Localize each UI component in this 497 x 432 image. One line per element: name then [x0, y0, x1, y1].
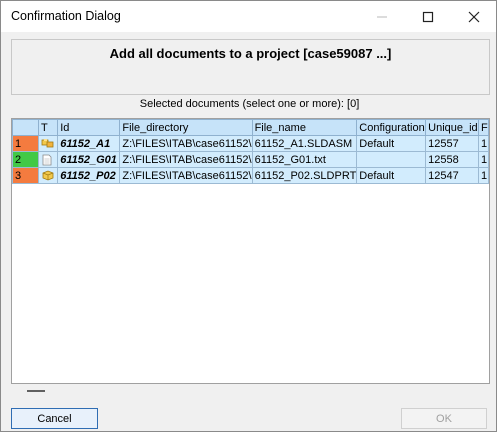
- maximize-icon[interactable]: [406, 1, 450, 32]
- file-name: 61152_P02.SLDPRT: [251, 167, 358, 184]
- document-id: 61152_G01: [57, 151, 121, 168]
- row-number[interactable]: 1: [12, 135, 40, 152]
- extra-column-value: 1: [478, 151, 489, 168]
- documents-grid: T Id File_directory File_name Configurat…: [12, 119, 489, 184]
- column-header[interactable]: T: [38, 119, 59, 136]
- unique-id: 12557: [425, 135, 480, 152]
- table-row[interactable]: 3 61152_P02 Z:\FILES\ITAB\case61152\ 611…: [12, 167, 489, 184]
- cancel-button[interactable]: Cancel: [11, 408, 98, 429]
- splitter-handle[interactable]: [27, 390, 45, 392]
- unique-id: 12558: [425, 151, 480, 168]
- configuration: [356, 151, 427, 168]
- ok-button[interactable]: OK: [401, 408, 487, 429]
- selection-label: Selected documents (select one or more):…: [139, 98, 360, 110]
- column-header[interactable]: Configuration: [356, 119, 427, 136]
- row-number[interactable]: 3: [12, 167, 40, 184]
- column-header[interactable]: Id: [57, 119, 121, 136]
- document-id: 61152_A1: [57, 135, 121, 152]
- table-row[interactable]: 1 61152_A1 Z:\FILES\ITAB\case61152\ 6115…: [12, 135, 489, 152]
- column-header[interactable]: Unique_id: [425, 119, 480, 136]
- file-directory: Z:\FILES\ITAB\case61152\: [119, 135, 253, 152]
- minimize-icon[interactable]: [360, 1, 404, 32]
- file-directory: Z:\FILES\ITAB\case61152\: [119, 167, 253, 184]
- file-name: 61152_A1.SLDASM: [251, 135, 358, 152]
- header-panel: Add all documents to a project [case5908…: [11, 39, 490, 95]
- row-number[interactable]: 2: [12, 151, 40, 168]
- unique-id: 12547: [425, 167, 480, 184]
- title-bar: Confirmation Dialog: [1, 1, 496, 32]
- header-title: Add all documents to a project [case5908…: [109, 46, 392, 61]
- confirmation-dialog: Confirmation Dialog Add all documents to…: [0, 0, 497, 432]
- document-id: 61152_P02: [57, 167, 121, 184]
- text-file-icon: [38, 151, 59, 168]
- column-header[interactable]: File_directory: [119, 119, 253, 136]
- part-icon: [38, 167, 59, 184]
- configuration: Default: [356, 167, 427, 184]
- column-header[interactable]: F: [478, 119, 489, 136]
- close-icon[interactable]: [452, 1, 496, 32]
- table-header-row: T Id File_directory File_name Configurat…: [12, 119, 489, 136]
- table-row[interactable]: 2 61152_G01 Z:\FILES\ITAB\case61152\ 611…: [12, 151, 489, 168]
- extra-column-value: 1: [478, 167, 489, 184]
- row-number-header: [12, 119, 40, 136]
- column-header[interactable]: File_name: [251, 119, 358, 136]
- window-title: Confirmation Dialog: [11, 9, 121, 23]
- extra-column-value: 1: [478, 135, 489, 152]
- configuration: Default: [356, 135, 427, 152]
- file-name: 61152_G01.txt: [251, 151, 358, 168]
- assembly-icon: [38, 135, 59, 152]
- file-directory: Z:\FILES\ITAB\case61152\: [119, 151, 253, 168]
- documents-table[interactable]: T Id File_directory File_name Configurat…: [11, 118, 490, 384]
